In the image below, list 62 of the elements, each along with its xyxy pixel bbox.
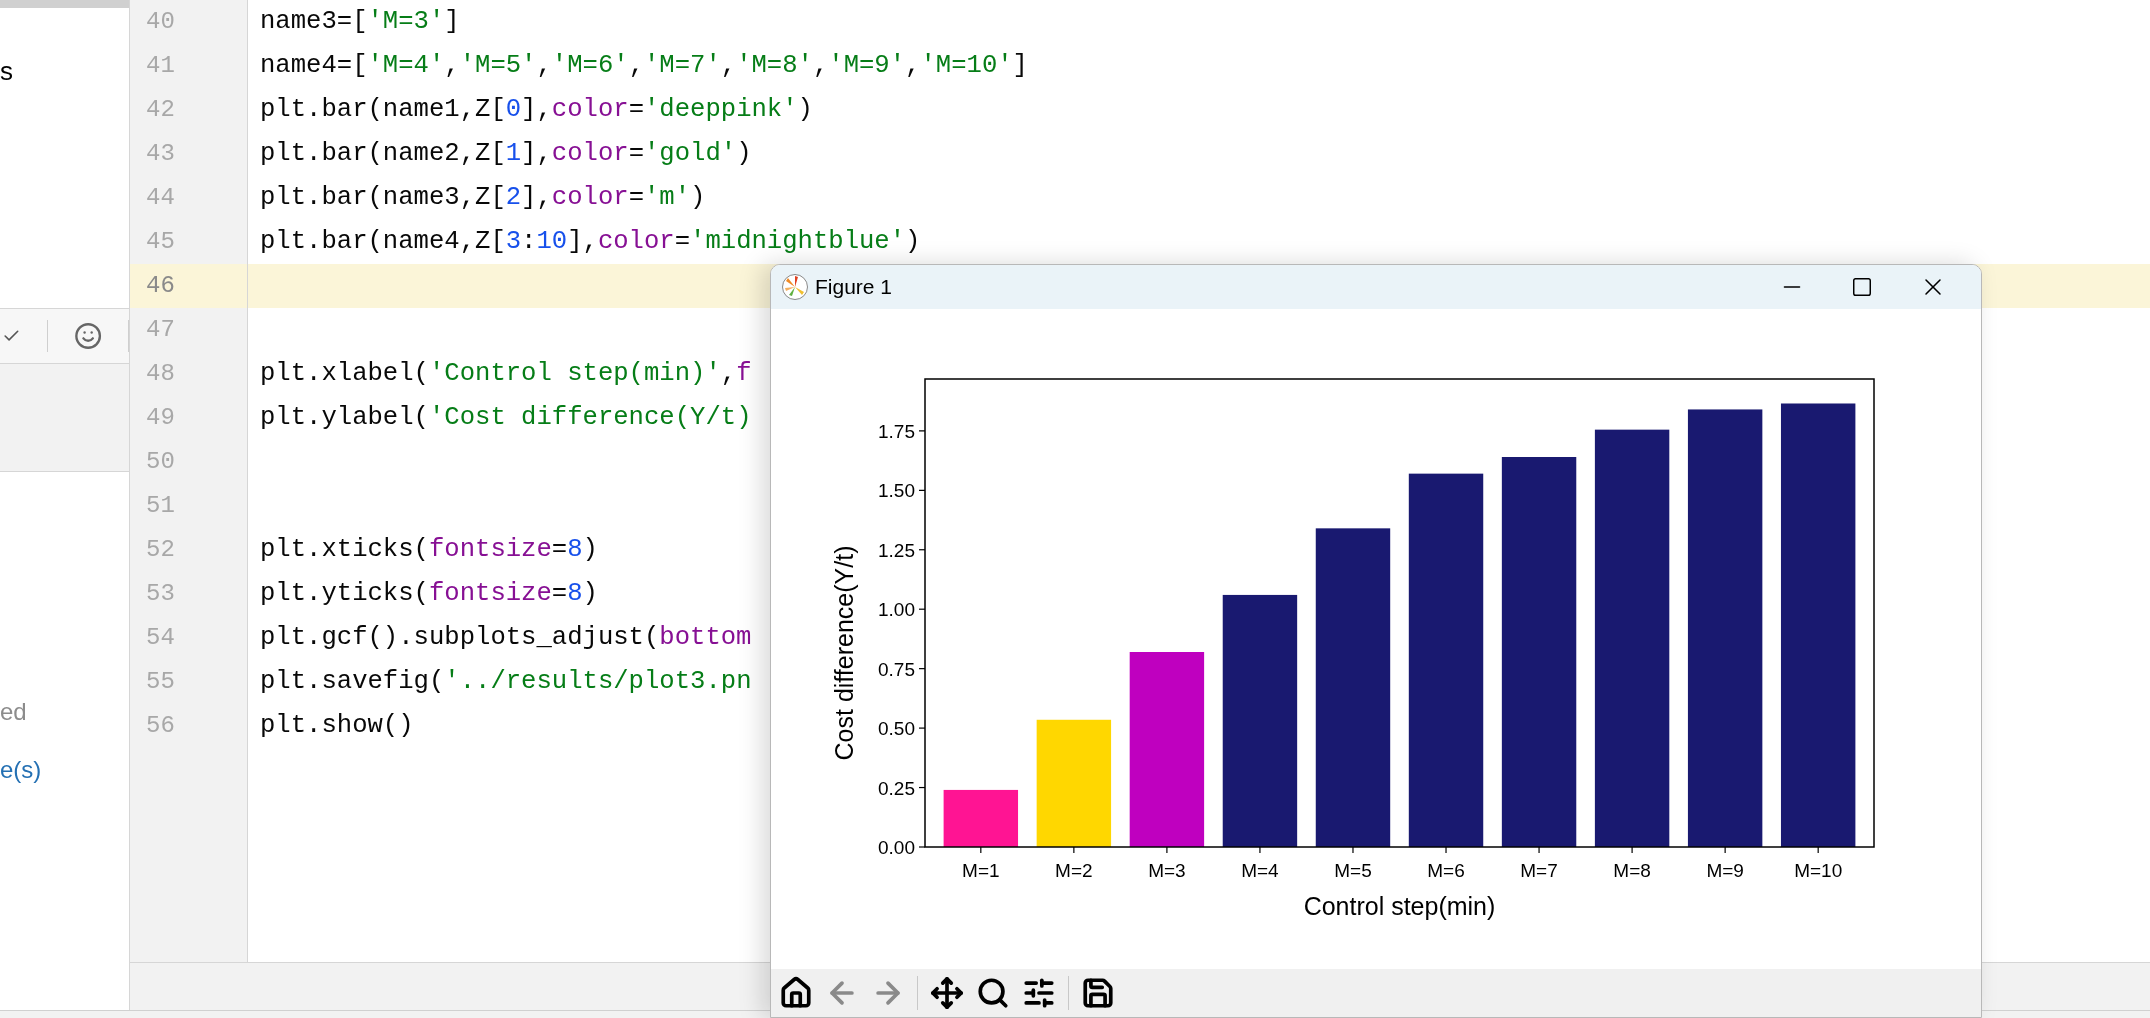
line-number: 46 [146,271,175,301]
tick-label: M=2 [1055,860,1093,881]
line-number: 50 [146,447,175,477]
line-number: 51 [146,491,175,521]
axis-label: Control step(min) [1303,892,1496,920]
tick-label: M=9 [1706,860,1744,881]
home-icon[interactable] [779,976,813,1010]
code-line: plt.show() [260,709,414,742]
tick-label: M=3 [1148,860,1186,881]
code-line: plt.bar(name4,Z[3:10],color='midnightblue') [260,225,921,258]
line-number: 43 [146,139,175,169]
code-line: plt.bar(name1,Z[0],color='deeppink') [260,93,813,126]
panel-text: s [0,56,13,86]
tick-label: 1.75 [878,420,915,442]
tick-label: M=10 [1794,860,1843,881]
tick-label: M=4 [1241,860,1279,881]
code-line: name3=['M=3'] [260,5,460,38]
tick-label: 1.25 [878,539,915,561]
save-icon[interactable] [1081,976,1115,1010]
line-number: 41 [146,51,175,81]
link[interactable]: e(s) [0,752,129,788]
tick-label: 0.75 [878,658,915,680]
move-icon[interactable] [930,976,964,1010]
tick-label: M=5 [1334,860,1372,881]
tick-label: 0.50 [878,718,915,740]
maximize-icon[interactable] [1851,276,1873,298]
code-line: name4=['M=4','M=5','M=6','M=7','M=8','M=9','M=10'] [260,49,1028,82]
line-number: 47 [146,315,175,345]
search-icon[interactable] [976,976,1010,1010]
code-line: plt.bar(name3,Z[2],color='m') [260,181,706,214]
axis-label: Cost difference(Y/t) [830,545,858,761]
line-number: 45 [146,227,175,257]
code-line: plt.yticks(fontsize=8) [260,577,598,610]
line-number: 54 [146,623,175,653]
tick-label: 1.00 [878,599,915,621]
code-line: plt.xlabel('Control step(min)',f [260,357,752,390]
line-number: 40 [146,7,175,37]
tick-label: M=7 [1520,860,1558,881]
line-number: 53 [146,579,175,609]
code-line: plt.xticks(fontsize=8) [260,533,598,566]
code-line: plt.gcf().subplots_adjust(bottom [260,621,752,654]
code-line: plt.bar(name2,Z[1],color='gold') [260,137,752,170]
line-number: 55 [146,667,175,697]
code-line: plt.ylabel('Cost difference(Y/t) [260,401,752,434]
window-title: Figure 1 [815,274,893,301]
line-number: 52 [146,535,175,565]
line-number: 44 [146,183,175,213]
tick-label: M=6 [1427,860,1465,881]
tick-label: M=1 [962,860,1000,881]
tick-label: 0.00 [878,837,915,858]
tick-label: M=8 [1613,860,1651,881]
line-number: 48 [146,359,175,389]
code-line: plt.savefig('../results/plot3.pn [260,665,752,698]
tick-label: 1.50 [878,480,915,502]
line-number: 49 [146,403,175,433]
app-logo-icon [781,273,809,301]
status-text: ed [0,697,28,727]
tick-label: 0.25 [878,777,915,799]
sliders-icon[interactable] [1022,976,1056,1010]
line-number: 56 [146,711,175,741]
emoji-icon[interactable] [73,321,103,351]
line-number: 42 [146,95,175,125]
